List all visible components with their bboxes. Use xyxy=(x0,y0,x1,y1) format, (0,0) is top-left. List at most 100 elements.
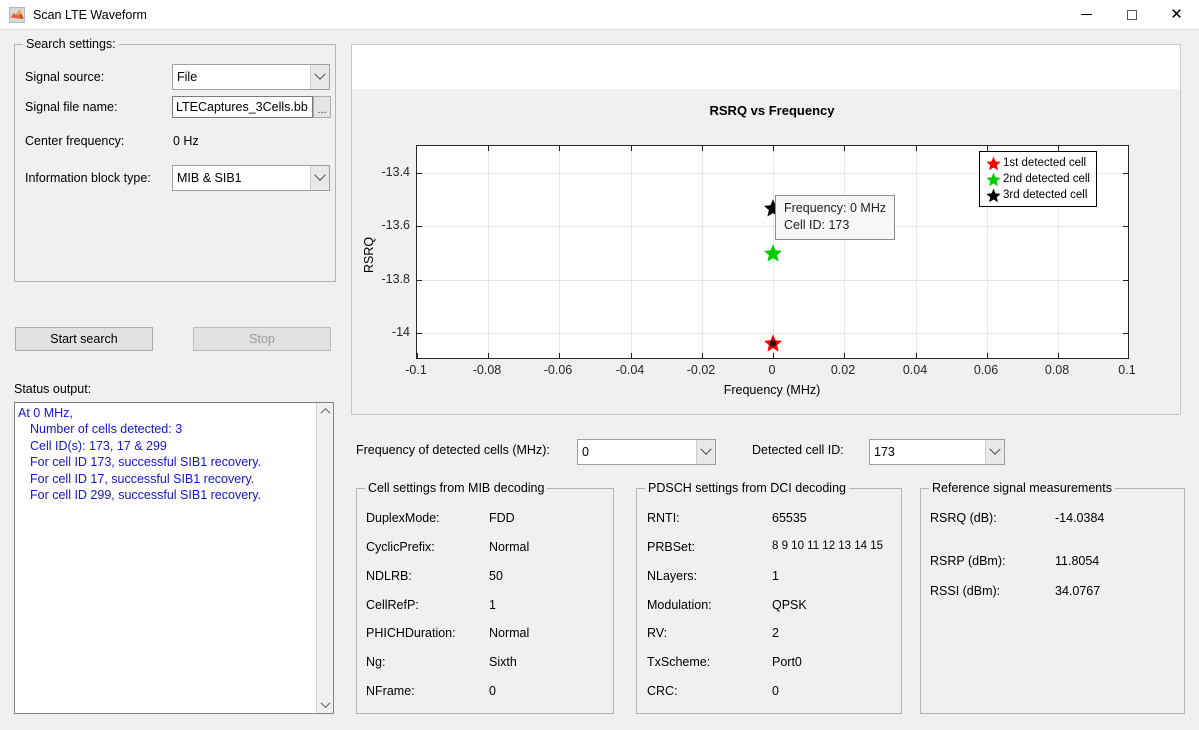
chevron-down-icon xyxy=(310,65,329,89)
rs-row-label: RSRQ (dB): xyxy=(930,511,997,525)
signal-source-label: Signal source: xyxy=(25,70,104,84)
dci-settings-legend: PDSCH settings from DCI decoding xyxy=(645,481,849,495)
signal-source-value: File xyxy=(177,70,310,84)
dci-row-value: 2 xyxy=(772,626,779,640)
axis-tick-y-right xyxy=(1123,173,1128,174)
mib-row-label: NDLRB: xyxy=(366,569,412,583)
status-line: For cell ID 173, successful SIB1 recover… xyxy=(18,454,315,470)
legend-label: 3rd detected cell xyxy=(1003,189,1087,201)
close-button[interactable]: ✕ xyxy=(1154,0,1199,30)
axis-tick-x xyxy=(488,353,489,358)
signal-source-combo[interactable]: File xyxy=(172,64,330,90)
signal-file-input[interactable]: LTECaptures_3Cells.bb xyxy=(172,96,313,118)
axis-tick-x xyxy=(987,353,988,358)
data-tip-frequency: Frequency: 0 MHz xyxy=(784,200,886,217)
window-title: Scan LTE Waveform xyxy=(33,8,147,22)
chart-axes[interactable]: Frequency: 0 MHz Cell ID: 173 1st detect… xyxy=(416,145,1129,359)
status-line: For cell ID 17, successful SIB1 recovery… xyxy=(18,471,315,487)
detected-cell-id-label: Detected cell ID: xyxy=(752,443,844,457)
start-search-button[interactable]: Start search xyxy=(15,327,153,351)
axis-label-y-tick: -13.4 xyxy=(370,165,410,179)
axis-label-x-tick: 0.04 xyxy=(903,363,927,377)
info-block-type-label: Information block type: xyxy=(25,171,151,185)
dci-row-label: TxScheme: xyxy=(647,655,710,669)
rs-row-value: -14.0384 xyxy=(1055,511,1104,525)
gridline-vertical xyxy=(631,146,632,358)
data-tip-cellid: Cell ID: 173 xyxy=(784,217,886,234)
axis-label-x-tick: -0.04 xyxy=(616,363,645,377)
mib-row-value: Normal xyxy=(489,540,529,554)
minimize-icon xyxy=(1081,14,1092,15)
chart-legend: 1st detected cell 2nd detected cell 3rd … xyxy=(979,151,1097,207)
stop-button[interactable]: Stop xyxy=(193,327,331,351)
gridline-horizontal xyxy=(417,226,1128,227)
axis-tick-x xyxy=(916,353,917,358)
center-frequency-label: Center frequency: xyxy=(25,134,124,148)
chart-title: RSRQ vs Frequency xyxy=(710,103,835,118)
axis-label-x-tick: -0.08 xyxy=(473,363,502,377)
legend-label: 2nd detected cell xyxy=(1003,173,1090,185)
legend-star-red-icon xyxy=(984,156,1003,171)
legend-item-1st: 1st detected cell xyxy=(984,155,1090,171)
dci-row-label: CRC: xyxy=(647,684,678,698)
axis-tick-x-top xyxy=(916,146,917,151)
axis-tick-y-right xyxy=(1123,333,1128,334)
status-output-lines: At 0 MHz, Number of cells detected: 3 Ce… xyxy=(18,405,315,503)
mib-row-label: NFrame: xyxy=(366,684,415,698)
status-line: Cell ID(s): 173, 17 & 299 xyxy=(18,438,315,454)
chevron-up-icon xyxy=(321,408,331,418)
maximize-button[interactable] xyxy=(1109,0,1154,30)
dci-row-value: QPSK xyxy=(772,598,807,612)
status-output-scrollbar[interactable] xyxy=(316,403,333,713)
frequency-detected-value: 0 xyxy=(582,445,696,459)
scroll-down-button[interactable] xyxy=(317,696,334,713)
dci-row-value: 8 9 10 11 12 13 14 15 xyxy=(772,540,883,552)
axis-tick-y xyxy=(417,280,422,281)
axis-tick-x-top xyxy=(773,146,774,151)
gridline-vertical xyxy=(844,146,845,358)
info-block-type-combo[interactable]: MIB & SIB1 xyxy=(172,165,330,191)
minimize-button[interactable] xyxy=(1064,0,1109,30)
axis-label-y-tick: -13.6 xyxy=(370,218,410,232)
gridline-vertical xyxy=(559,146,560,358)
data-tip-callout: Frequency: 0 MHz Cell ID: 173 xyxy=(775,195,895,240)
axis-tick-x xyxy=(844,353,845,358)
axis-tick-x xyxy=(417,353,418,358)
status-line: Number of cells detected: 3 xyxy=(18,421,315,437)
legend-item-3rd: 3rd detected cell xyxy=(984,187,1090,203)
mib-row-value: 50 xyxy=(489,569,503,583)
gridline-vertical xyxy=(916,146,917,358)
dci-row-label: Modulation: xyxy=(647,598,712,612)
axis-tick-x-top xyxy=(844,146,845,151)
mib-row-label: Ng: xyxy=(366,655,385,669)
status-line: At 0 MHz, xyxy=(18,405,315,421)
data-point-2nd-cell[interactable] xyxy=(764,244,783,263)
axis-tick-y-right xyxy=(1123,226,1128,227)
legend-label: 1st detected cell xyxy=(1003,157,1086,169)
legend-star-black-icon xyxy=(984,188,1003,203)
dci-row-label: NLayers: xyxy=(647,569,697,583)
center-frequency-value: 0 Hz xyxy=(173,134,199,148)
mib-row-value: FDD xyxy=(489,511,515,525)
axis-tick-x-top xyxy=(702,146,703,151)
gridline-vertical xyxy=(702,146,703,358)
axis-label-y-tick: -14 xyxy=(370,325,410,339)
axis-tick-x-top xyxy=(559,146,560,151)
rs-row-value: 11.8054 xyxy=(1055,554,1099,568)
maximize-icon xyxy=(1127,10,1137,20)
data-point-1st-cell[interactable] xyxy=(764,334,783,353)
dci-row-label: PRBSet: xyxy=(647,540,695,554)
status-line: For cell ID 299, successful SIB1 recover… xyxy=(18,487,315,503)
reference-signal-legend: Reference signal measurements xyxy=(929,481,1115,495)
detected-cell-id-combo[interactable]: 173 xyxy=(869,439,1005,465)
frequency-detected-combo[interactable]: 0 xyxy=(577,439,716,465)
matlab-app-icon xyxy=(9,7,25,23)
detected-cell-id-value: 173 xyxy=(874,445,985,459)
scroll-up-button[interactable] xyxy=(317,403,334,420)
axis-label-x-tick: 0.1 xyxy=(1118,363,1135,377)
signal-file-label: Signal file name: xyxy=(25,100,117,114)
gridline-vertical xyxy=(488,146,489,358)
axis-tick-x xyxy=(631,353,632,358)
browse-file-button[interactable]: ... xyxy=(313,96,331,118)
dci-row-value: Port0 xyxy=(772,655,802,669)
